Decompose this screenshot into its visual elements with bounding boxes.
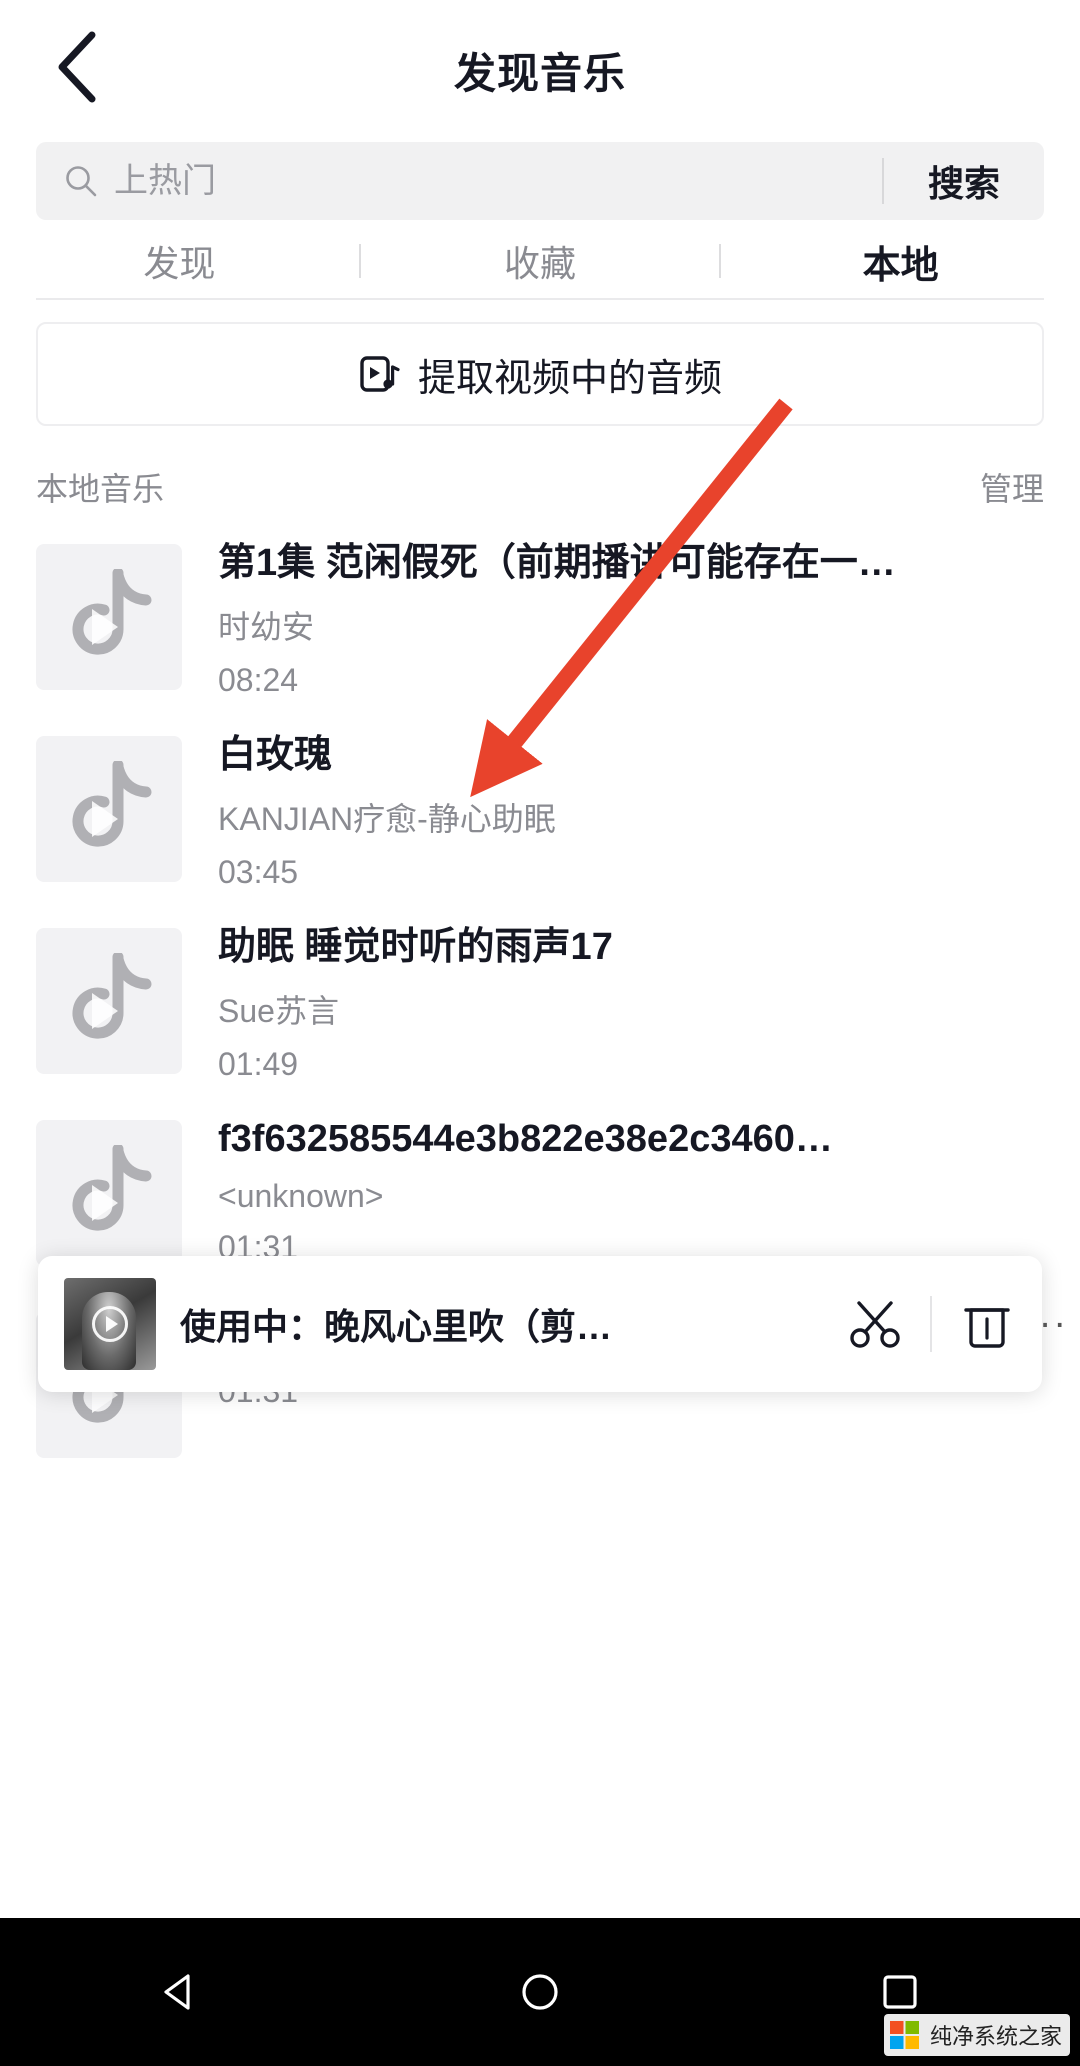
delete-button[interactable]: [932, 1256, 1042, 1392]
watermark-text: 纯净系统之家: [929, 2024, 1062, 2049]
manage-link[interactable]: 管理: [980, 464, 1044, 510]
page-title: 发现音乐: [453, 50, 626, 97]
track-row[interactable]: 助眠 睡觉时听的雨声17 Sue苏言 01:49: [0, 920, 1080, 1112]
track-duration: 01:49: [218, 1045, 299, 1082]
scissors-icon: [850, 1301, 900, 1348]
video-to-audio-icon: [360, 356, 400, 392]
track-title: 助眠 睡觉时听的雨声17: [218, 926, 613, 968]
player-thumbnail[interactable]: [64, 1278, 156, 1370]
back-triangle-icon: [164, 1974, 190, 2010]
local-music-section-header: 本地音乐 管理: [36, 462, 1044, 512]
search-icon: [66, 166, 97, 197]
music-note-icon: [72, 1145, 152, 1231]
section-title: 本地音乐: [36, 471, 165, 507]
ellipsis-icon[interactable]: ··: [1039, 1303, 1068, 1346]
track-duration: 03:45: [218, 853, 299, 890]
music-note-icon: [72, 953, 152, 1039]
trash-icon: [964, 1308, 1010, 1348]
track-thumbnail: [36, 1120, 182, 1266]
track-meta: 助眠 睡觉时听的雨声17 Sue苏言 01:49: [218, 920, 1044, 1083]
track-duration: 08:24: [218, 661, 299, 698]
windows-logo-icon: [889, 2021, 919, 2049]
tab-bar: 发现 收藏 本地: [0, 225, 1080, 297]
track-meta: 白玫瑰 KANJIAN疗愈-静心助眠 03:45: [218, 728, 1044, 891]
track-thumbnail: [36, 928, 182, 1074]
tab-favorites[interactable]: 收藏: [361, 235, 720, 287]
nav-home-button[interactable]: [480, 1932, 600, 2052]
track-thumbnail: [36, 736, 182, 882]
track-artist: Sue苏言: [218, 992, 339, 1029]
track-title: 第1集 范闲假死（前期播讲可能存在一…: [218, 542, 896, 584]
search-button[interactable]: 搜索: [884, 155, 1044, 207]
track-artist: 时幼安: [218, 608, 315, 645]
cut-button[interactable]: [820, 1256, 930, 1392]
app-header: 发现音乐: [0, 0, 1080, 128]
recents-square-icon: [883, 1975, 917, 2009]
track-row[interactable]: 第1集 范闲假死（前期播讲可能存在一… 时幼安 08:24: [0, 536, 1080, 728]
track-thumbnail: [36, 544, 182, 690]
music-note-icon: [72, 761, 152, 847]
music-note-icon: [72, 569, 152, 655]
search-input[interactable]: [114, 161, 882, 201]
play-circle-icon[interactable]: [92, 1306, 128, 1342]
watermark: 纯净系统之家: [883, 2014, 1070, 2056]
track-row[interactable]: 白玫瑰 KANJIAN疗愈-静心助眠 03:45: [0, 728, 1080, 920]
extract-audio-label: 提取视频中的音频: [417, 357, 722, 400]
extract-audio-button[interactable]: 提取视频中的音频: [36, 322, 1044, 426]
track-meta: 第1集 范闲假死（前期播讲可能存在一… 时幼安 08:24: [218, 536, 1044, 699]
track-artist: KANJIAN疗愈-静心助眠: [218, 800, 556, 837]
track-title: 白玫瑰: [218, 734, 333, 776]
home-circle-icon: [522, 1974, 558, 2010]
player-now-playing-label: 使用中：晚风心里吹（剪…: [180, 1306, 613, 1347]
floating-player-bar[interactable]: 使用中：晚风心里吹（剪… ··: [38, 1256, 1066, 1392]
track-artist: <unknown>: [218, 1177, 384, 1214]
tab-discover[interactable]: 发现: [0, 235, 359, 287]
nav-back-button[interactable]: [120, 1932, 240, 2052]
tab-local[interactable]: 本地: [721, 234, 1080, 289]
track-meta: f3f632585544e3b822e38e2c3460… <unknown> …: [218, 1112, 1044, 1266]
track-title: f3f632585544e3b822e38e2c3460…: [218, 1118, 833, 1160]
search-bar[interactable]: 搜索: [36, 142, 1044, 220]
tab-bottom-rule: [36, 298, 1044, 300]
